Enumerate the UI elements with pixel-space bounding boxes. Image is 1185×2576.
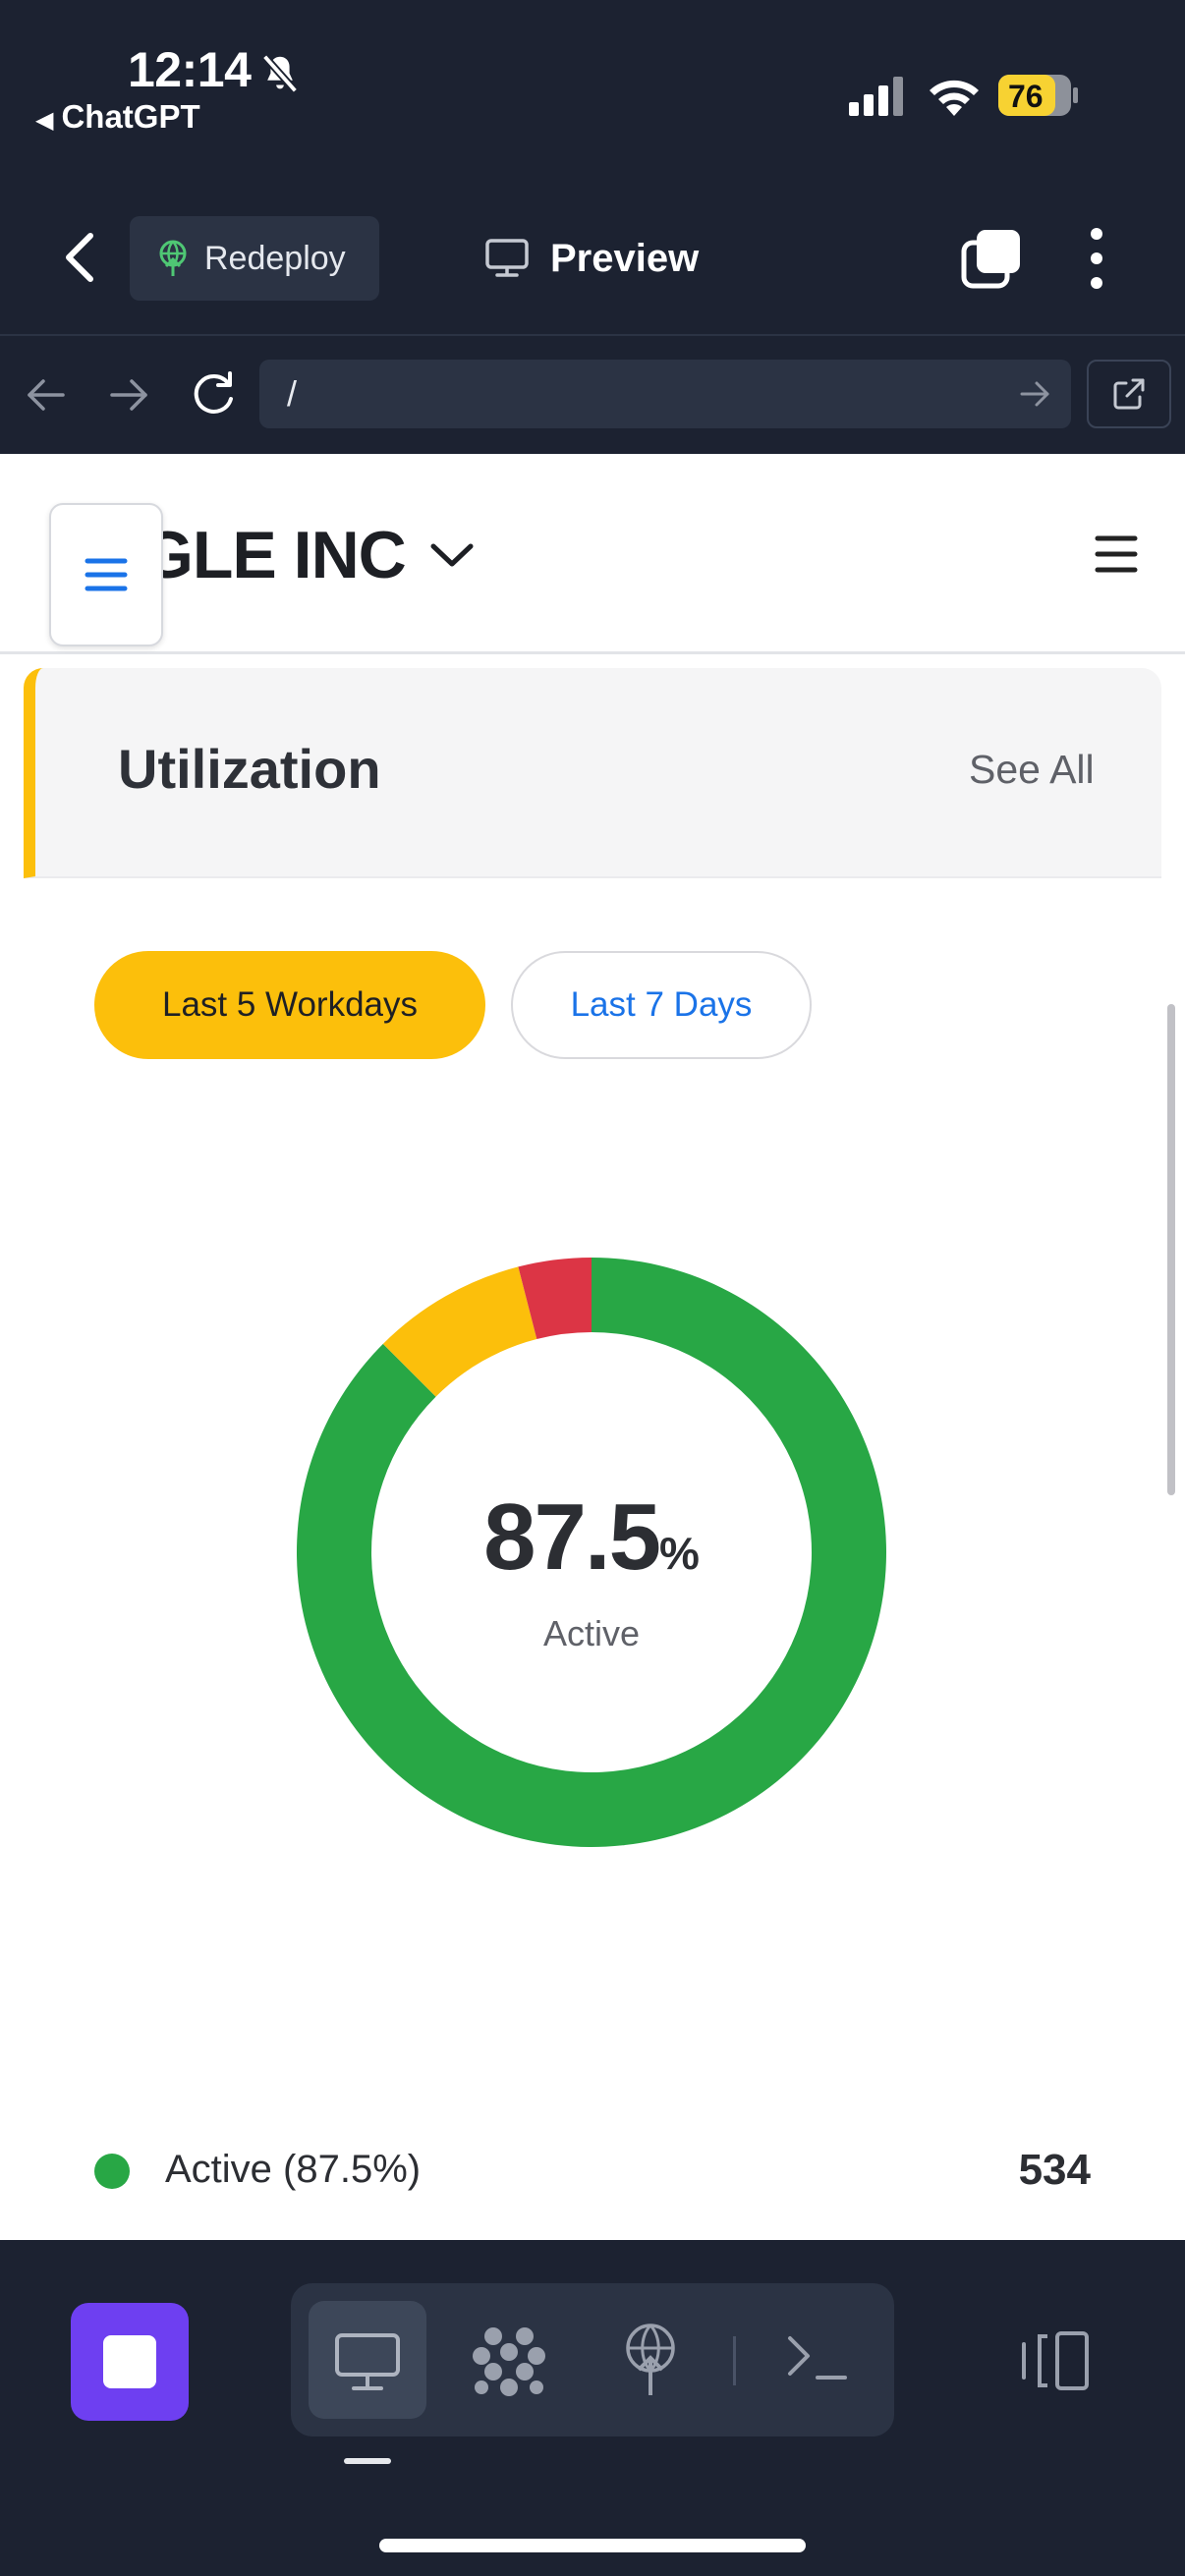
reload-icon[interactable] (189, 369, 238, 419)
url-input[interactable]: / (259, 360, 1071, 428)
donut-center-label: Active (542, 1613, 641, 1653)
preview-label: Preview (550, 236, 700, 280)
deploy-icon (159, 240, 187, 276)
card-title: Utilization (118, 738, 381, 800)
center-number: 87.5 (483, 1484, 661, 1590)
home-indicator[interactable] (379, 2539, 806, 2552)
company-switcher[interactable]: GLE INC (141, 517, 475, 593)
site-menu-icon[interactable] (1095, 534, 1138, 574)
site-header: GLE INC (0, 454, 1185, 654)
url-go-icon[interactable] (1018, 377, 1051, 411)
external-link-icon (1113, 378, 1145, 410)
monitor-icon (485, 239, 529, 277)
deployments-icon[interactable] (619, 2323, 682, 2397)
more-options-icon[interactable] (1081, 226, 1112, 291)
nav-forward-icon[interactable] (108, 375, 149, 415)
center-unit: % (658, 1528, 700, 1579)
shell-icon[interactable] (786, 2332, 849, 2385)
back-app-label: ChatGPT (61, 98, 200, 135)
header-divider (0, 334, 1185, 336)
toolbar-separator (733, 2336, 736, 2385)
see-all-link[interactable]: See All (969, 747, 1095, 793)
redeploy-button[interactable]: Redeploy (130, 216, 379, 301)
preview-tab[interactable]: Preview (485, 228, 699, 289)
nav-back-icon[interactable] (26, 375, 67, 415)
active-tool-indicator (344, 2458, 391, 2464)
open-external-button[interactable] (1087, 360, 1171, 428)
back-chevron-icon[interactable] (59, 228, 102, 287)
donut-center-value: 87.5% (295, 1484, 888, 1592)
utilization-card: Utilization See All Last 5 Workdays Last… (24, 668, 1161, 2240)
legend-label-active: Active (87.5%) (165, 2148, 422, 2191)
preview-monitor-icon[interactable] (334, 2332, 401, 2393)
hamburger-icon (85, 558, 128, 591)
legend-dot-active (94, 2154, 130, 2189)
scrollbar[interactable] (1167, 1004, 1175, 1495)
signal-icon (849, 77, 903, 116)
stop-icon (103, 2335, 156, 2388)
redeploy-label: Redeploy (204, 239, 346, 277)
company-name: GLE INC (141, 518, 407, 592)
sidebar-toggle-button[interactable] (49, 503, 163, 646)
status-time: 12:14 (128, 42, 252, 97)
workspace-grid-icon[interactable] (472, 2326, 546, 2397)
tabs-icon[interactable] (961, 228, 1022, 289)
bell-slash-icon (261, 54, 299, 93)
stop-button[interactable] (71, 2303, 189, 2421)
battery-level: 76 (1008, 79, 1044, 114)
battery-indicator: 76 (998, 75, 1079, 116)
chevron-down-icon (430, 543, 474, 567)
back-triangle-icon: ◀ (35, 107, 54, 134)
preview-viewport: GLE INC Utilization See All Last 5 Workd… (0, 454, 1185, 2240)
split-view-icon[interactable] (1018, 2330, 1091, 2391)
filter-last-5-workdays[interactable]: Last 5 Workdays (94, 951, 485, 1059)
card-header: Utilization See All (24, 668, 1161, 878)
filter-last-7-days[interactable]: Last 7 Days (511, 951, 812, 1059)
wifi-icon (930, 80, 979, 116)
back-to-app[interactable]: ◀ ChatGPT (35, 98, 200, 136)
legend-count-active: 534 (1018, 2146, 1091, 2194)
